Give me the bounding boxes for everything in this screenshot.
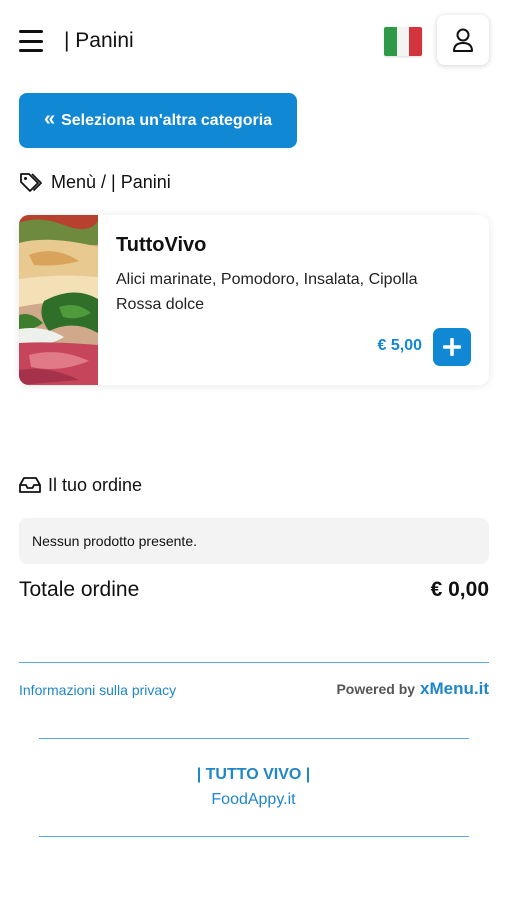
footer-divider-lower bbox=[39, 836, 469, 837]
foodappy-link[interactable]: FoodAppy.it bbox=[0, 791, 507, 809]
order-section-header: Il tuo ordine bbox=[19, 473, 142, 497]
italian-flag-icon[interactable] bbox=[384, 27, 422, 56]
add-to-order-button[interactable] bbox=[433, 328, 471, 366]
product-description: Alici marinate, Pomodoro, Insalata, Cipo… bbox=[116, 271, 418, 313]
breadcrumb-text: Menù / | Panini bbox=[51, 171, 171, 192]
footer-divider-upper bbox=[39, 738, 469, 739]
product-card[interactable]: TuttoVivo Alici marinate, Pomodoro, Insa… bbox=[19, 215, 489, 385]
footer-divider bbox=[19, 662, 489, 663]
product-price: € 5,00 bbox=[377, 337, 422, 354]
powered-by: Powered by xMenu.it bbox=[336, 679, 489, 699]
order-total-label: Totale ordine bbox=[19, 578, 140, 601]
user-icon bbox=[453, 28, 473, 52]
inbox-icon bbox=[19, 477, 41, 493]
xmenu-link[interactable]: xMenu.it bbox=[420, 679, 489, 699]
order-title: Il tuo ordine bbox=[48, 474, 143, 495]
order-empty-message: Nessun prodotto presente. bbox=[32, 533, 197, 549]
powered-by-label: Powered by bbox=[336, 681, 416, 697]
product-image bbox=[19, 215, 98, 385]
breadcrumb: Menù / | Panini bbox=[19, 170, 171, 194]
privacy-info-link[interactable]: Informazioni sulla privacy bbox=[19, 682, 176, 698]
product-name: TuttoVivo bbox=[116, 234, 207, 256]
select-other-category-label: Seleziona un'altra categoria bbox=[61, 111, 273, 129]
user-account-button[interactable] bbox=[437, 15, 489, 65]
plus-icon bbox=[443, 338, 461, 356]
app-header: | Panini bbox=[0, 0, 507, 82]
restaurant-name: | TUTTO VIVO | bbox=[196, 766, 311, 783]
tags-icon bbox=[20, 173, 42, 192]
double-chevron-left-icon: « bbox=[43, 108, 56, 130]
select-other-category-button[interactable]: « Seleziona un'altra categoria bbox=[19, 93, 297, 148]
hamburger-menu-icon[interactable] bbox=[19, 30, 43, 52]
order-empty-box: Nessun prodotto presente. bbox=[19, 518, 489, 564]
order-total-value: € 0,00 bbox=[430, 578, 489, 601]
page-title: | Panini bbox=[64, 29, 134, 52]
